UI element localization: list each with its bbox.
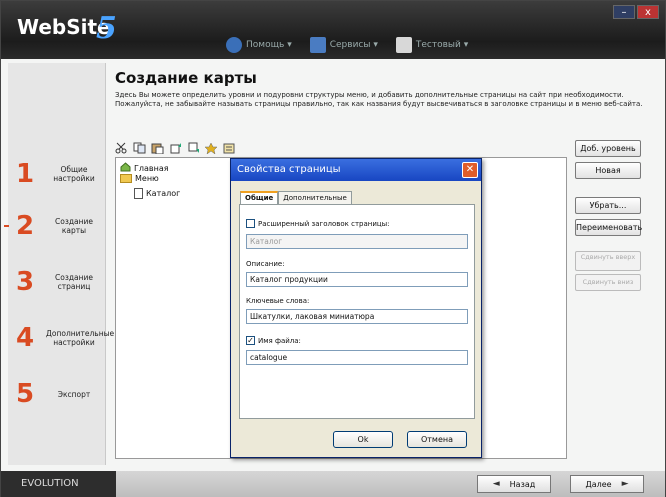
dialog-title-bar: Свойства страницы ✕ <box>231 159 481 181</box>
back-button[interactable]: ◄ Назад <box>477 475 551 493</box>
app-window: WebSite 5 – x Помощь ▾ Сервисы ▾ Тестовы… <box>0 0 666 497</box>
extended-header-field[interactable]: Каталог <box>246 234 468 249</box>
arrow-left-icon: ◄ <box>492 479 500 489</box>
step-2[interactable]: 2 Создание карты <box>4 211 108 241</box>
tab-panel-general: Расширенный заголовок страницы: Каталог … <box>239 204 475 419</box>
settings-icon[interactable] <box>223 139 236 154</box>
edition-label: EVOLUTION <box>1 471 116 497</box>
title-bar: WebSite 5 – x Помощь ▾ Сервисы ▾ Тестовы… <box>1 1 665 59</box>
page-icon <box>134 188 143 199</box>
dialog-close-button[interactable]: ✕ <box>462 162 478 178</box>
app-logo-version: 5 <box>96 11 117 46</box>
filename-label: Имя файла: <box>258 336 301 345</box>
menu-services[interactable]: Сервисы ▾ <box>309 37 378 53</box>
tab-general[interactable]: Общие <box>240 191 279 204</box>
home-icon <box>120 162 131 174</box>
cut-icon[interactable] <box>115 139 128 154</box>
move-up-icon[interactable] <box>169 139 182 154</box>
extended-header-checkbox[interactable] <box>246 219 255 228</box>
tab-additional[interactable]: Дополнительные <box>278 191 352 204</box>
keywords-label: Ключевые слова: <box>246 297 310 305</box>
filename-field[interactable]: catalogue <box>246 350 468 365</box>
ok-button[interactable]: Ok <box>333 431 393 448</box>
step-4[interactable]: 4 Дополнительные настройки <box>16 323 114 353</box>
new-page-button[interactable]: Новая <box>575 162 641 179</box>
page-title: Создание карты <box>115 69 257 87</box>
rename-button[interactable]: Переименовать <box>575 219 642 236</box>
document-icon <box>395 37 412 53</box>
properties-icon[interactable] <box>204 139 218 155</box>
save-icon <box>309 37 326 53</box>
steps-sidebar: 1 Общие настройки 2 Создание карты 3 Создан… <box>4 63 114 465</box>
tree-node-menu[interactable]: Меню <box>120 174 159 183</box>
step-5[interactable]: 5 Экспорт <box>16 379 108 409</box>
description-field[interactable]: Каталог продукции <box>246 272 468 287</box>
paste-icon[interactable] <box>151 139 164 155</box>
page-description: Здесь Вы можете определить уровни и поду… <box>115 91 643 108</box>
tree-node-home[interactable]: Главная <box>120 162 169 174</box>
tree-toolbar <box>115 139 236 155</box>
filename-checkbox[interactable]: ✓ <box>246 336 255 345</box>
menu-help[interactable]: Помощь ▾ <box>226 37 292 53</box>
move-down-button[interactable]: Сдвинуть вниз <box>575 274 641 291</box>
arrow-right-icon: ► <box>621 479 629 489</box>
page-properties-dialog: Свойства страницы ✕ Общие Дополнительные… <box>230 158 482 458</box>
tree-node-catalog[interactable]: Каталог <box>134 188 180 199</box>
remove-button[interactable]: Убрать... <box>575 197 641 214</box>
step-1[interactable]: 1 Общие настройки <box>16 159 108 189</box>
move-down-icon[interactable] <box>187 139 200 153</box>
folder-icon <box>120 174 132 183</box>
close-button[interactable]: x <box>637 5 659 19</box>
copy-icon[interactable] <box>133 139 146 154</box>
help-icon <box>226 37 242 53</box>
step-3[interactable]: 3 Создание страниц <box>16 267 108 297</box>
minimize-button[interactable]: – <box>613 5 635 19</box>
move-up-button[interactable]: Сдвинуть вверх <box>575 251 641 271</box>
add-level-button[interactable]: Доб. уровень <box>575 140 641 157</box>
extended-header-label: Расширенный заголовок страницы: <box>258 219 390 228</box>
description-label: Описание: <box>246 260 285 268</box>
dialog-title: Свойства страницы <box>237 164 341 175</box>
next-button[interactable]: Далее ► <box>570 475 644 493</box>
menu-test[interactable]: Тестовый ▾ <box>395 37 468 53</box>
keywords-field[interactable]: Шкатулки, лаковая миниатюра <box>246 309 468 324</box>
cancel-button[interactable]: Отмена <box>407 431 467 448</box>
